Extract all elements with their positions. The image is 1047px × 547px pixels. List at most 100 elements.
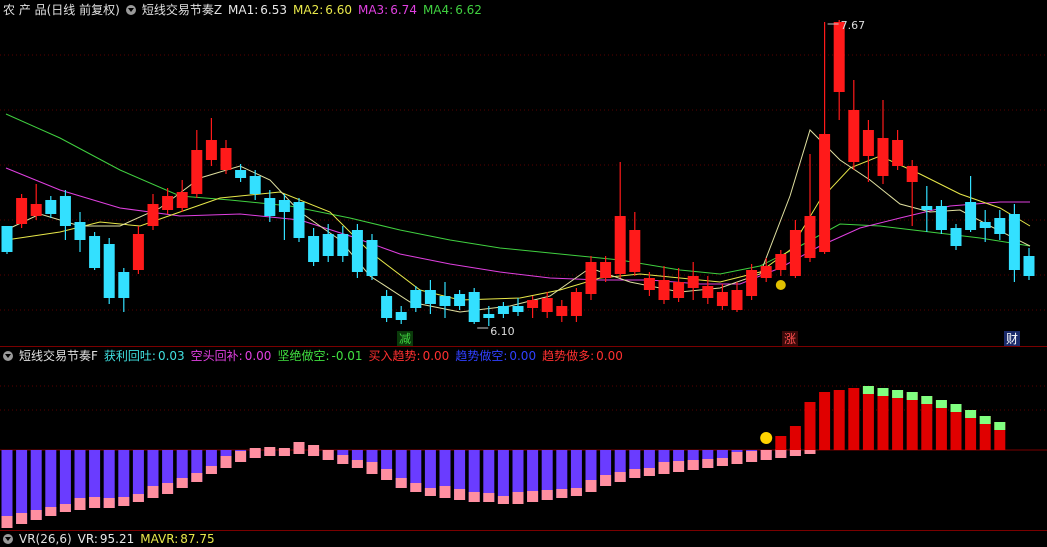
histogram-bar-cap: [600, 475, 612, 486]
signal-marker: 涨: [784, 331, 796, 346]
panel-divider[interactable]: [0, 346, 1047, 347]
candle-body: [643, 278, 655, 290]
indicator-name[interactable]: 短线交易节奏F: [19, 348, 98, 364]
candle-body: [1023, 256, 1035, 276]
indicator-item-value: 0.00: [244, 349, 272, 363]
histogram-bar-cap: [614, 472, 626, 482]
histogram-bar-cap: [424, 488, 436, 496]
histogram-bar-cap: [351, 460, 363, 468]
candle-body: [965, 202, 977, 230]
indicator-item-label: 坚绝做空:: [277, 349, 330, 363]
candle-body: [162, 196, 174, 210]
histogram-bar-cap: [746, 451, 758, 462]
histogram-bar-cap: [220, 456, 232, 468]
histogram-bar-cap: [497, 496, 509, 504]
histogram-bar-cap: [731, 452, 743, 464]
candle-body: [351, 230, 363, 272]
histogram-bar-cap: [162, 483, 174, 494]
low-price-label: 6.10: [490, 325, 515, 338]
candle-body: [264, 198, 276, 216]
histogram-bar-cap: [205, 466, 217, 474]
indicator-item-value: 0.00: [509, 349, 537, 363]
candle-body: [16, 198, 28, 224]
histogram-bar-cap: [906, 392, 918, 400]
indicator-histogram[interactable]: [0, 364, 1047, 531]
histogram-bar-cap: [862, 386, 874, 394]
histogram-bar-cap: [1, 516, 13, 528]
candle-body: [483, 314, 495, 318]
histogram-bar-cap: [643, 468, 655, 476]
histogram-bar: [921, 396, 933, 450]
histogram-bar-cap: [468, 492, 480, 502]
ma1-value: 6.53: [260, 3, 288, 17]
vr-header: VR(26,6) VR: 95.21 MAVR: 87.75: [0, 531, 1047, 547]
candle-body: [527, 300, 539, 308]
histogram-bar: [45, 450, 57, 516]
candle-body: [249, 176, 261, 194]
histogram-bar-cap: [716, 458, 728, 466]
candle-body: [921, 206, 933, 210]
candle-body: [497, 306, 509, 314]
candle-body: [848, 110, 860, 162]
ma1-label: MA1:: [228, 3, 259, 17]
vr-name[interactable]: VR(26,6): [19, 531, 72, 547]
indicator-menu-icon[interactable]: [3, 534, 13, 544]
candle-body: [746, 270, 758, 296]
histogram-bar: [775, 436, 787, 450]
histogram-bar-cap: [570, 488, 582, 496]
histogram-bar: [59, 450, 71, 512]
histogram-bar-cap: [381, 469, 393, 480]
candle-body: [176, 192, 188, 208]
histogram-bar-cap: [235, 451, 247, 462]
candle-body: [395, 312, 407, 320]
candle-body: [541, 298, 553, 312]
candle-body: [585, 262, 597, 294]
histogram-bar-cap: [556, 489, 568, 498]
candle-body: [30, 204, 42, 216]
candle-body: [322, 234, 334, 256]
candle-body: [410, 290, 422, 308]
candle-body: [89, 236, 101, 268]
histogram-bar-cap: [673, 461, 685, 472]
candle-body: [731, 290, 743, 310]
indicator-menu-icon[interactable]: [3, 351, 13, 361]
indicator-name[interactable]: 短线交易节奏Z: [142, 2, 222, 18]
histogram-bar-cap: [395, 478, 407, 488]
candle-body: [702, 286, 714, 298]
histogram-bar-cap: [454, 489, 466, 500]
candle-body: [935, 206, 947, 230]
histogram-bar: [789, 426, 801, 450]
stock-title: 农 产 品(日线 前复权): [3, 3, 120, 17]
histogram-bar-cap: [103, 498, 115, 508]
candle-body: [337, 234, 349, 256]
histogram-bar-cap: [687, 460, 699, 470]
histogram-bar: [848, 388, 860, 450]
indicator-item-label: 买入趋势:: [368, 349, 421, 363]
histogram-bar-cap: [979, 416, 991, 424]
histogram-bar: [804, 402, 816, 450]
signal-marker: 减: [399, 332, 411, 346]
candle-body: [775, 254, 787, 270]
candle-body: [673, 282, 685, 298]
signal-marker: 财: [1006, 332, 1018, 346]
high-price-label: 7.67: [841, 19, 866, 32]
histogram-bar-cap: [89, 497, 101, 508]
candle-body: [556, 306, 568, 316]
histogram-bar-cap: [483, 493, 495, 502]
price-candlestick-chart[interactable]: 7.67 6.10 减 涨 财: [0, 0, 1047, 347]
candle-body: [906, 166, 918, 182]
indicator-menu-icon[interactable]: [125, 5, 136, 15]
candle-body: [877, 138, 889, 176]
histogram-bar-cap: [308, 445, 320, 456]
histogram-bar-cap: [512, 492, 524, 504]
candle-body: [191, 150, 203, 194]
histogram-bar-cap: [760, 450, 772, 460]
histogram-bar-cap: [892, 390, 904, 398]
histogram-bar-cap: [191, 473, 203, 482]
indicator-item-value: 0.00: [422, 349, 450, 363]
candle-body: [439, 296, 451, 306]
candle-body: [74, 222, 86, 240]
histogram-bar-cap: [132, 494, 144, 502]
candle-body: [59, 196, 71, 226]
histogram-bar-cap: [176, 478, 188, 488]
